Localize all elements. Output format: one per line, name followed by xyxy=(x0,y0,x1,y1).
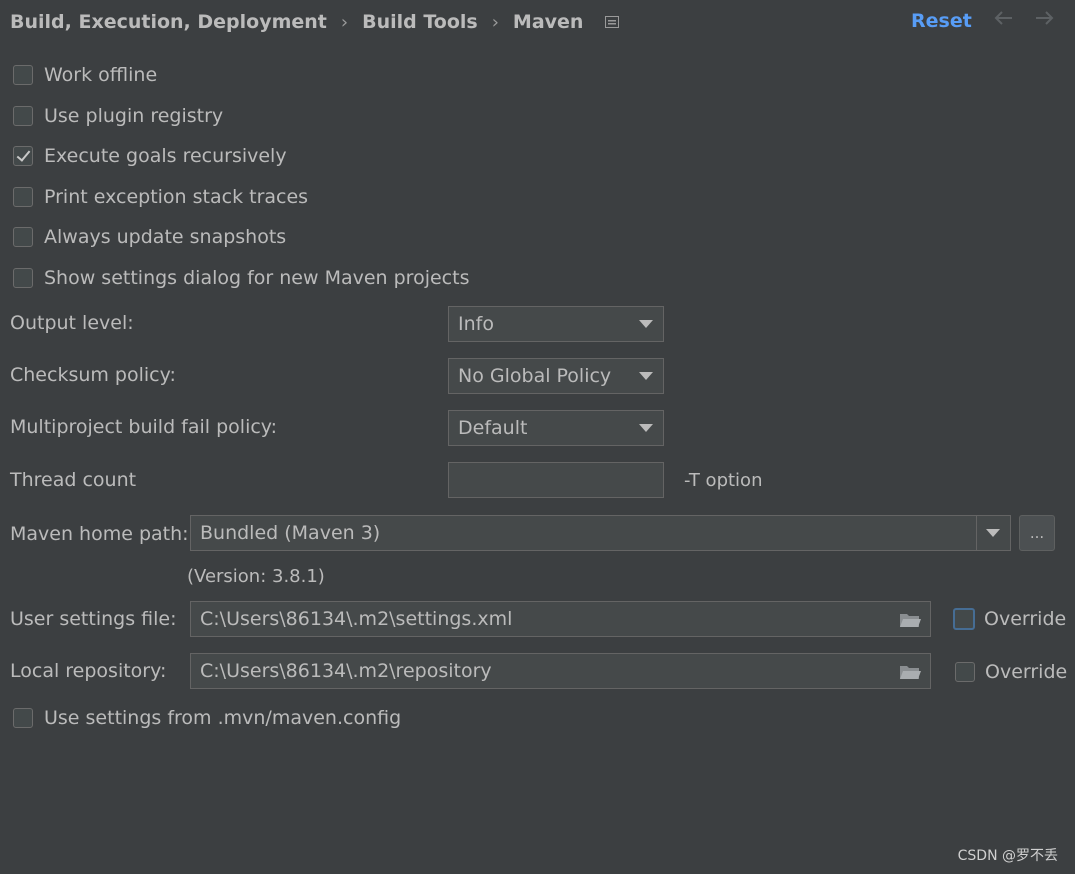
option-execute-goals-recursively[interactable]: Execute goals recursively xyxy=(13,143,287,169)
checksum-policy-label: Checksum policy: xyxy=(10,364,176,386)
option-label: Execute goals recursively xyxy=(44,145,287,167)
breadcrumb-separator: › xyxy=(491,11,499,33)
local-repo-override[interactable]: Override xyxy=(955,659,1067,685)
maven-home-label: Maven home path: xyxy=(10,523,189,545)
user-settings-label: User settings file: xyxy=(10,608,177,630)
option-label: Work offline xyxy=(44,64,158,86)
override-checkbox[interactable] xyxy=(955,662,975,682)
user-settings-input[interactable]: C:\Users\86134\.m2\settings.xml xyxy=(190,601,931,637)
option-label: Use settings from .mvn/maven.config xyxy=(44,707,402,729)
arrow-left-icon[interactable] xyxy=(992,6,1016,36)
arrow-right-icon[interactable] xyxy=(1032,6,1056,36)
maven-version-label: (Version: 3.8.1) xyxy=(187,566,325,587)
breadcrumb: Build, Execution, Deployment › Build Too… xyxy=(10,10,620,34)
chevron-down-icon xyxy=(639,372,653,380)
divider xyxy=(976,516,977,550)
project-settings-icon xyxy=(605,11,620,33)
checkbox[interactable] xyxy=(13,227,33,247)
checkbox-checked[interactable] xyxy=(13,146,33,166)
checkbox[interactable] xyxy=(13,187,33,207)
thread-count-input[interactable] xyxy=(448,462,664,498)
folder-icon[interactable] xyxy=(899,663,921,679)
option-use-plugin-registry[interactable]: Use plugin registry xyxy=(13,103,223,129)
local-repo-label: Local repository: xyxy=(10,660,167,682)
override-label: Override xyxy=(985,661,1068,683)
output-level-value: Info xyxy=(458,313,494,335)
breadcrumb-item-build-tools[interactable]: Build Tools xyxy=(362,11,478,33)
maven-home-value: Bundled (Maven 3) xyxy=(200,522,381,544)
option-work-offline[interactable]: Work offline xyxy=(13,62,157,88)
override-label: Override xyxy=(984,608,1067,630)
maven-home-browse-button[interactable]: ... xyxy=(1019,515,1055,551)
checkbox[interactable] xyxy=(13,708,33,728)
option-label: Print exception stack traces xyxy=(44,186,309,208)
override-checkbox[interactable] xyxy=(953,608,975,630)
chevron-down-icon xyxy=(986,529,1000,537)
breadcrumb-separator: › xyxy=(340,11,349,33)
thread-count-hint: -T option xyxy=(684,470,763,491)
reset-link[interactable]: Reset xyxy=(911,10,972,32)
option-use-mvn-config[interactable]: Use settings from .mvn/maven.config xyxy=(13,705,401,731)
fail-policy-dropdown[interactable]: Default xyxy=(448,410,664,446)
option-label: Always update snapshots xyxy=(44,226,287,248)
checksum-policy-dropdown[interactable]: No Global Policy xyxy=(448,358,664,394)
option-label: Show settings dialog for new Maven proje… xyxy=(44,267,470,289)
checksum-policy-value: No Global Policy xyxy=(458,365,612,387)
checkbox[interactable] xyxy=(13,65,33,85)
thread-count-label: Thread count xyxy=(10,469,137,491)
local-repo-input[interactable]: C:\Users\86134\.m2\repository xyxy=(190,653,931,689)
option-label: Use plugin registry xyxy=(44,105,224,127)
user-settings-value: C:\Users\86134\.m2\settings.xml xyxy=(200,608,513,630)
local-repo-value: C:\Users\86134\.m2\repository xyxy=(200,660,492,682)
chevron-down-icon xyxy=(639,320,653,328)
maven-home-dropdown[interactable]: Bundled (Maven 3) xyxy=(190,515,1011,551)
user-settings-override[interactable]: Override xyxy=(953,606,1066,632)
output-level-dropdown[interactable]: Info xyxy=(448,306,664,342)
fail-policy-label: Multiproject build fail policy: xyxy=(10,416,278,438)
checkbox[interactable] xyxy=(13,268,33,288)
chevron-down-icon xyxy=(639,424,653,432)
checkbox[interactable] xyxy=(13,106,33,126)
option-print-exception-stack-traces[interactable]: Print exception stack traces xyxy=(13,184,308,210)
breadcrumb-item-build-execution-deployment[interactable]: Build, Execution, Deployment xyxy=(10,11,327,33)
output-level-label: Output level: xyxy=(10,312,134,334)
option-always-update-snapshots[interactable]: Always update snapshots xyxy=(13,224,286,250)
folder-icon[interactable] xyxy=(899,611,921,627)
option-show-settings-dialog[interactable]: Show settings dialog for new Maven proje… xyxy=(13,265,469,291)
breadcrumb-item-maven: Maven xyxy=(512,11,584,33)
fail-policy-value: Default xyxy=(458,417,528,439)
watermark: CSDN @罗不丢 xyxy=(957,848,1058,864)
